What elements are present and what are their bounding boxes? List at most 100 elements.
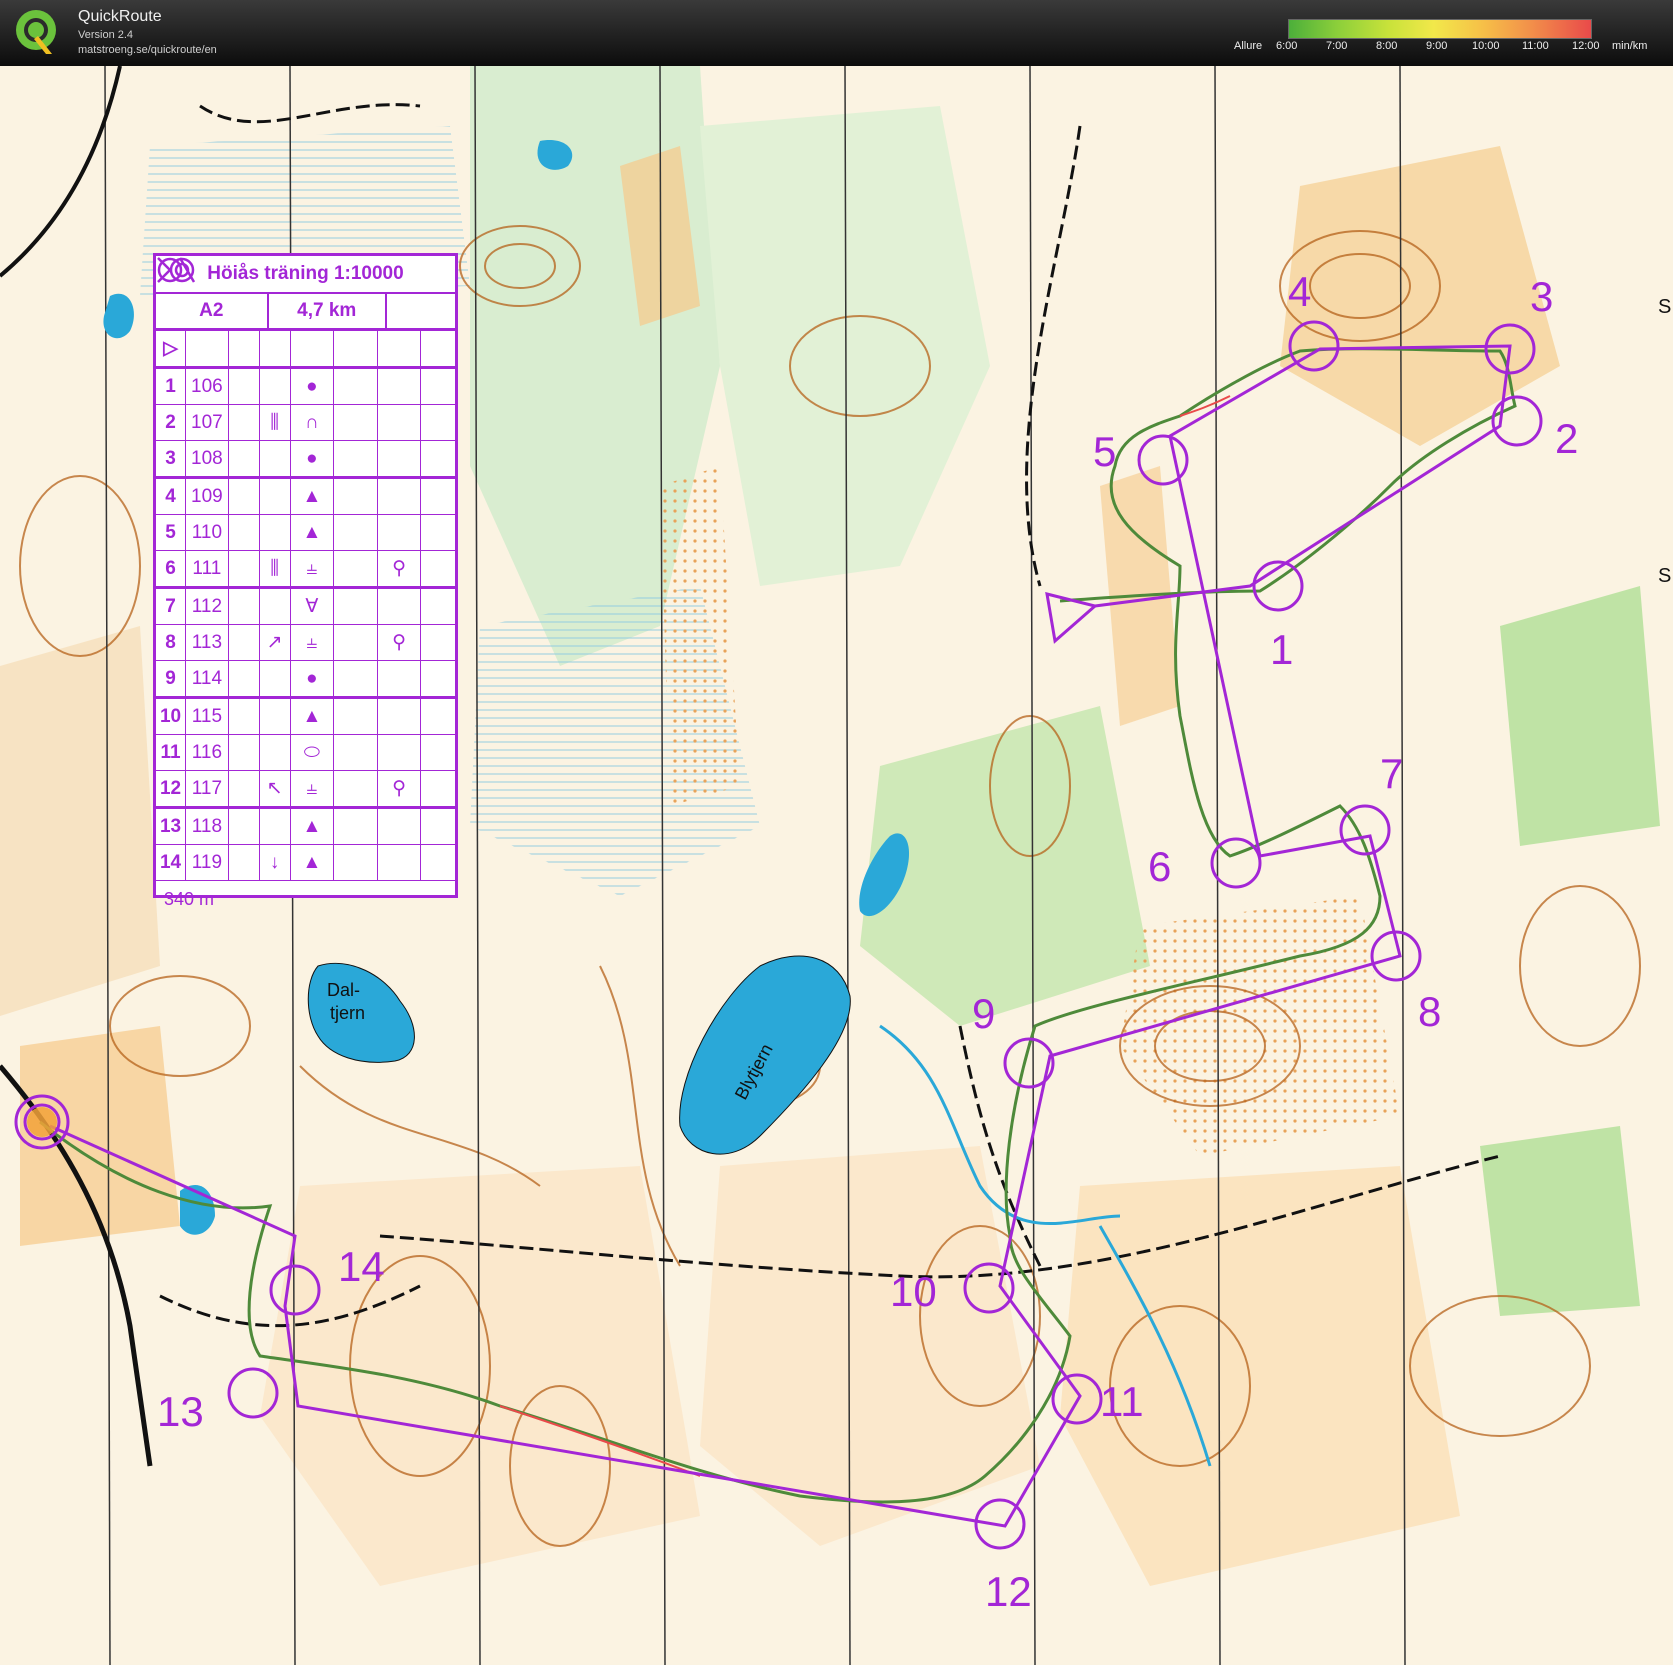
column-c-cell <box>229 331 260 366</box>
pace-tick: 8:00 <box>1376 40 1398 52</box>
column-h-cell <box>421 405 455 440</box>
control-number: 9 <box>972 990 995 1037</box>
control-code-cell: 108 <box>186 441 229 476</box>
control-number-cell: 13 <box>156 809 187 844</box>
control-number: 2 <box>1555 415 1578 462</box>
control-number: 13 <box>157 1388 204 1435</box>
column-h-cell <box>421 735 455 770</box>
control-number-cell: 8 <box>156 625 187 660</box>
column-g-cell <box>378 699 422 734</box>
card-title: Höiås träning 1:10000 <box>156 256 455 294</box>
column-g-cell: ⚲ <box>378 625 422 660</box>
column-c-cell <box>229 515 260 550</box>
orienteering-map[interactable]: Dal- tjern Blytjern 1 2 3 4 5 6 7 8 9 10… <box>0 66 1673 1665</box>
control-number: 7 <box>1380 750 1403 797</box>
column-g-cell <box>378 515 422 550</box>
pace-unit: min/km <box>1612 40 1648 52</box>
start-symbol-cell: ▷ <box>156 331 187 366</box>
control-number-cell: 11 <box>156 735 187 770</box>
card-row-control: 4 109 ▲ <box>156 479 455 515</box>
column-d-cell: ↖ <box>260 771 291 806</box>
column-h-cell <box>421 551 455 586</box>
column-c-cell <box>229 735 260 770</box>
column-g-cell <box>378 845 422 880</box>
column-c-cell <box>229 589 260 624</box>
column-g-cell <box>378 441 422 476</box>
column-g-cell: ⚲ <box>378 551 422 586</box>
control-number-cell: 14 <box>156 845 187 880</box>
column-c-cell <box>229 661 260 696</box>
column-f-cell <box>334 589 378 624</box>
control-number-cell: 4 <box>156 479 187 514</box>
column-g-cell <box>378 589 422 624</box>
control-number: 8 <box>1418 988 1441 1035</box>
app-version: Version 2.4 <box>78 29 134 41</box>
control-number: 3 <box>1530 273 1553 320</box>
control-number-cell: 7 <box>156 589 187 624</box>
control-number: 1 <box>1270 626 1293 673</box>
column-e-cell: ⬭ <box>291 735 335 770</box>
control-code-cell: 115 <box>186 699 229 734</box>
column-d-cell <box>260 441 291 476</box>
column-e-cell: ● <box>291 661 335 696</box>
finish-icon <box>157 257 195 283</box>
column-d-cell <box>260 809 291 844</box>
column-h-cell <box>421 369 455 404</box>
column-d-cell: ⫼ <box>260 551 291 586</box>
control-code-cell <box>186 331 229 366</box>
column-f-cell <box>334 405 378 440</box>
column-e-cell: ∩ <box>291 405 335 440</box>
card-row-control: 1 106 ● <box>156 369 455 405</box>
card-empty <box>387 294 455 328</box>
column-f-cell <box>334 331 378 366</box>
control-code-cell: 110 <box>186 515 229 550</box>
column-g-cell <box>378 809 422 844</box>
control-number-cell: 1 <box>156 369 187 404</box>
card-row-control: 9 114 ● <box>156 661 455 699</box>
pace-tick: 10:00 <box>1472 40 1500 52</box>
finish-fill <box>27 1107 57 1137</box>
card-row-control: 11 116 ⬭ <box>156 735 455 771</box>
column-c-cell <box>229 551 260 586</box>
column-d-cell <box>260 331 291 366</box>
column-e-cell: ⫨ <box>291 771 335 806</box>
column-c-cell <box>229 845 260 880</box>
card-header-row: A2 4,7 km <box>156 294 455 331</box>
control-number-cell: 2 <box>156 405 187 440</box>
column-d-cell <box>260 589 291 624</box>
column-f-cell <box>334 845 378 880</box>
column-c-cell <box>229 479 260 514</box>
column-d-cell <box>260 515 291 550</box>
column-c-cell <box>229 625 260 660</box>
pace-tick: 12:00 <box>1572 40 1600 52</box>
column-f-cell <box>334 699 378 734</box>
column-h-cell <box>421 661 455 696</box>
card-row-control: 8 113 ↗ ⫨ ⚲ <box>156 625 455 661</box>
control-number: 11 <box>1100 1378 1144 1425</box>
finish-distance: 340 m <box>164 888 215 909</box>
column-f-cell <box>334 515 378 550</box>
column-g-cell: ⚲ <box>378 771 422 806</box>
pace-tick: 9:00 <box>1426 40 1448 52</box>
card-row-control: 6 111 ⫼ ⫨ ⚲ <box>156 551 455 589</box>
app-url[interactable]: matstroeng.se/quickroute/en <box>78 44 217 56</box>
column-f-cell <box>334 369 378 404</box>
column-h-cell <box>421 845 455 880</box>
control-number: 14 <box>338 1243 385 1290</box>
column-c-cell <box>229 405 260 440</box>
column-e-cell: ● <box>291 441 335 476</box>
column-g-cell <box>378 661 422 696</box>
card-length: 4,7 km <box>269 294 387 328</box>
app-title: QuickRoute <box>78 8 162 25</box>
control-number-cell: 9 <box>156 661 187 696</box>
column-f-cell <box>334 771 378 806</box>
control-number: 6 <box>1148 843 1171 890</box>
card-row-control: 7 112 ∀ <box>156 589 455 625</box>
column-e-cell <box>291 331 335 366</box>
column-g-cell <box>378 331 422 366</box>
column-h-cell <box>421 441 455 476</box>
column-d-cell: ⫼ <box>260 405 291 440</box>
column-h-cell <box>421 809 455 844</box>
control-number: 4 <box>1288 268 1311 315</box>
card-row-control: 10 115 ▲ <box>156 699 455 735</box>
